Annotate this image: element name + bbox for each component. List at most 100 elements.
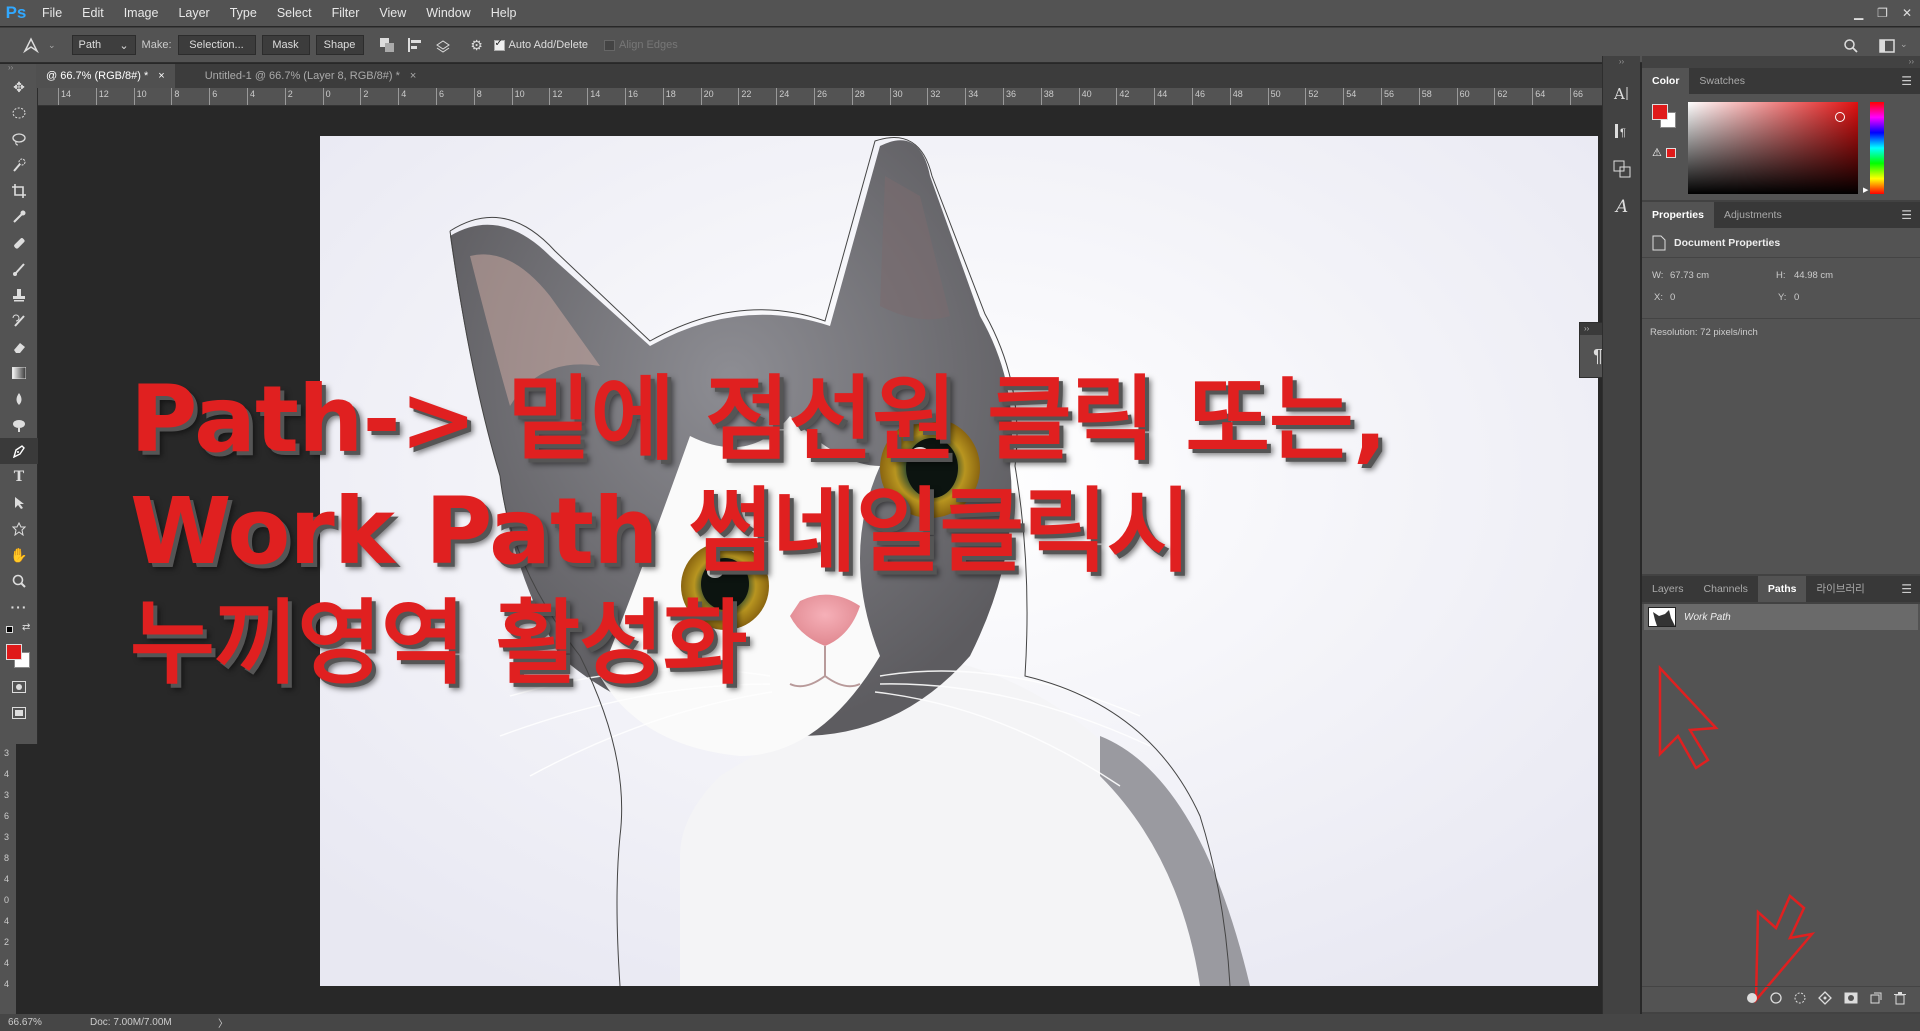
menu-help[interactable]: Help [481, 0, 527, 26]
collapse-icon[interactable]: ›› [0, 64, 37, 74]
lasso-tool-icon[interactable] [0, 126, 38, 152]
swap-colors-icon[interactable]: ⇄ [22, 622, 30, 633]
chevron-down-icon[interactable]: ⌄ [48, 40, 56, 51]
new-path-icon[interactable] [1870, 992, 1882, 1007]
stroke-path-icon[interactable] [1770, 992, 1782, 1007]
glyphs-panel-icon[interactable] [1603, 150, 1641, 188]
search-icon[interactable] [1840, 35, 1862, 57]
gamut-warning-icon[interactable]: ⚠ [1652, 146, 1662, 159]
tab-paths[interactable]: Paths [1757, 576, 1807, 602]
menu-view[interactable]: View [369, 0, 416, 26]
collapse-icon[interactable]: ›› [1642, 56, 1920, 68]
dodge-tool-icon[interactable] [0, 412, 38, 438]
marquee-tool-icon[interactable] [0, 100, 38, 126]
status-menu-arrow[interactable]: 〉 [218, 1015, 228, 1030]
tab-color[interactable]: Color [1642, 68, 1690, 94]
hand-tool-icon[interactable]: ✋ [0, 542, 38, 568]
hue-slider[interactable] [1870, 102, 1884, 194]
x-value[interactable]: 0 [1670, 292, 1675, 303]
load-path-as-selection-icon[interactable] [1794, 992, 1806, 1007]
screen-mode-icon[interactable] [0, 700, 38, 726]
panel-menu-icon[interactable]: ☰ [1901, 208, 1912, 222]
tab-channels[interactable]: Channels [1694, 576, 1758, 602]
make-shape-button[interactable]: Shape [315, 35, 364, 55]
pen-tool-icon[interactable] [0, 438, 38, 464]
eyedropper-tool-icon[interactable] [0, 204, 38, 230]
gamut-color-swatch[interactable] [1666, 148, 1676, 158]
trash-icon[interactable] [1894, 991, 1906, 1008]
y-value[interactable]: 0 [1794, 292, 1799, 303]
more-tools-icon[interactable]: ··· [0, 594, 38, 620]
type-tool-icon[interactable]: T [0, 464, 38, 490]
workspace-icon[interactable] [1876, 35, 1898, 57]
menu-window[interactable]: Window [416, 0, 480, 26]
close-button[interactable]: ✕ [1902, 6, 1912, 20]
tab-swatches[interactable]: Swatches [1689, 68, 1755, 94]
gear-icon[interactable]: ⚙ [466, 34, 488, 56]
height-value[interactable]: 44.98 cm [1794, 270, 1833, 281]
history-brush-tool-icon[interactable] [0, 308, 38, 334]
collapse-icon[interactable]: ›› [1603, 56, 1640, 68]
hue-slider-handle[interactable]: ▶ [1863, 186, 1868, 194]
tab-document-2[interactable]: Untitled-1 @ 66.7% (Layer 8, RGB/8#) * × [175, 64, 427, 88]
fill-path-icon[interactable] [1746, 992, 1758, 1007]
chevron-down-icon[interactable]: ⌄ [1900, 39, 1908, 50]
add-mask-icon[interactable] [1844, 992, 1858, 1007]
work-path-row[interactable]: Work Path [1644, 604, 1918, 630]
zoom-level[interactable]: 66.67% [0, 1017, 60, 1028]
tool-mode-select[interactable]: Path ⌄ [71, 35, 136, 55]
path-operations-icon[interactable] [376, 34, 398, 56]
align-edges-checkbox[interactable]: Align Edges [604, 39, 678, 51]
color-field[interactable] [1688, 102, 1858, 194]
foreground-color-swatch[interactable] [1652, 104, 1668, 120]
brush-tool-icon[interactable] [0, 256, 38, 282]
blur-tool-icon[interactable] [0, 386, 38, 412]
color-picker-cursor[interactable] [1835, 112, 1845, 122]
tab-properties[interactable]: Properties [1642, 202, 1714, 228]
menu-image[interactable]: Image [114, 0, 169, 26]
close-icon[interactable]: × [410, 70, 416, 82]
make-work-path-icon[interactable] [1818, 991, 1832, 1008]
panel-menu-icon[interactable]: ☰ [1901, 582, 1912, 596]
menu-layer[interactable]: Layer [168, 0, 219, 26]
default-colors-icon[interactable] [6, 626, 13, 633]
menu-edit[interactable]: Edit [72, 0, 114, 26]
menu-type[interactable]: Type [220, 0, 267, 26]
quick-selection-tool-icon[interactable] [0, 152, 38, 178]
make-mask-button[interactable]: Mask [261, 35, 310, 55]
clone-stamp-tool-icon[interactable] [0, 282, 38, 308]
menu-file[interactable]: File [32, 0, 72, 26]
menu-select[interactable]: Select [267, 0, 322, 26]
character-styles-icon[interactable]: A [1603, 188, 1641, 226]
collapse-icon[interactable]: ›› [1584, 323, 1589, 335]
foreground-color-swatch[interactable] [6, 644, 22, 660]
pen-tool-preset-icon[interactable] [20, 34, 42, 56]
character-panel-icon[interactable]: A [1603, 74, 1641, 112]
path-arrangement-icon[interactable] [432, 34, 454, 56]
gradient-tool-icon[interactable] [0, 360, 38, 386]
work-path-thumbnail[interactable] [1648, 607, 1676, 627]
restore-button[interactable]: ❐ [1877, 6, 1888, 20]
close-icon[interactable]: × [158, 70, 164, 82]
panel-menu-icon[interactable]: ☰ [1901, 74, 1912, 88]
custom-shape-tool-icon[interactable] [0, 516, 38, 542]
quick-mask-icon[interactable] [0, 674, 38, 700]
crop-tool-icon[interactable] [0, 178, 38, 204]
paragraph-styles-icon[interactable]: ¶ [1603, 112, 1641, 150]
minimize-button[interactable]: ▁ [1854, 6, 1863, 20]
path-selection-tool-icon[interactable] [0, 490, 38, 516]
path-alignment-icon[interactable] [404, 34, 426, 56]
zoom-tool-icon[interactable] [0, 568, 38, 594]
tab-libraries[interactable]: 라이브러리 [1806, 576, 1874, 602]
move-tool-icon[interactable]: ✥ [0, 74, 38, 100]
make-selection-button[interactable]: Selection... [177, 35, 256, 55]
menu-filter[interactable]: Filter [322, 0, 370, 26]
canvas-area[interactable]: Path-> 밑에 점선원 클릭 또는, Work Path 썸네일클릭시 누끼… [38, 106, 1602, 1014]
width-value[interactable]: 67.73 cm [1670, 270, 1709, 281]
tab-document-1[interactable]: @ 66.7% (RGB/8#) * × [36, 64, 175, 88]
tab-adjustments[interactable]: Adjustments [1714, 202, 1792, 228]
eraser-tool-icon[interactable] [0, 334, 38, 360]
auto-add-delete-checkbox[interactable]: Auto Add/Delete [493, 38, 588, 51]
healing-brush-tool-icon[interactable] [0, 230, 38, 256]
tab-layers[interactable]: Layers [1642, 576, 1694, 602]
